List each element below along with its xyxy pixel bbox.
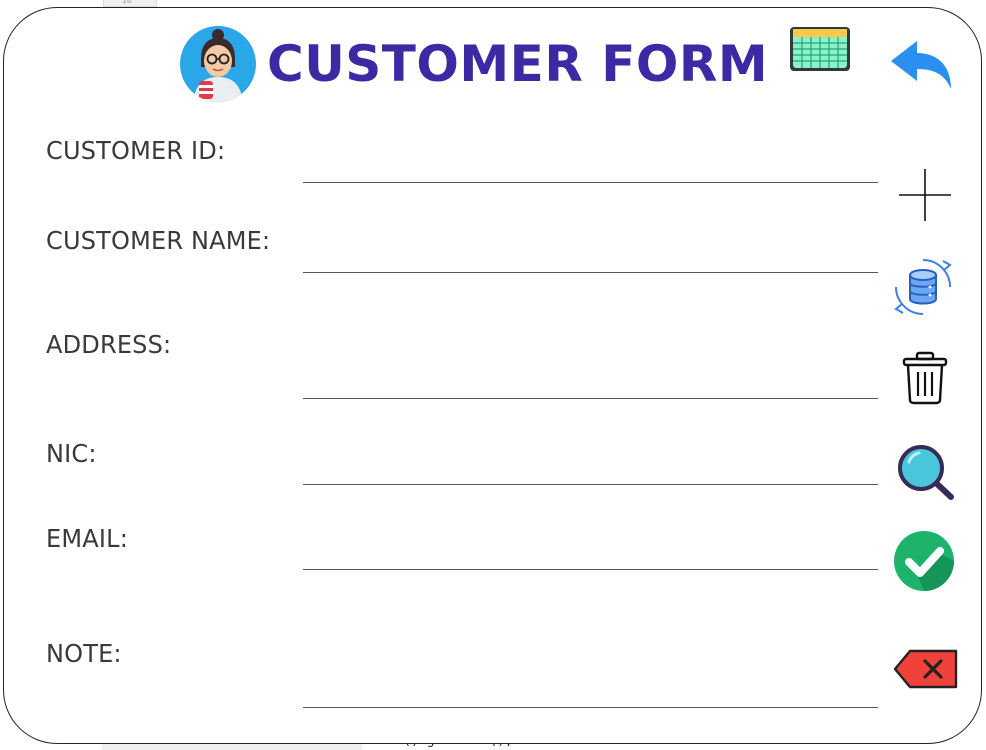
background-editor-tab: 16 [103, 0, 157, 7]
add-button[interactable] [897, 167, 953, 223]
customer-id-field[interactable] [303, 149, 878, 183]
address-label: ADDRESS: [46, 330, 172, 359]
back-arrow-icon [891, 41, 951, 89]
background-line-number: 16 [122, 0, 132, 5]
delete-button[interactable] [901, 350, 949, 406]
table-view-icon [790, 27, 850, 71]
back-button[interactable] [887, 37, 955, 95]
customer-form-window: CUSTOMER FORM CUSTOMER ID: CUSTOMER NAME… [3, 7, 982, 744]
add-icon [899, 169, 951, 221]
email-label: EMAIL: [46, 524, 128, 553]
nic-field[interactable] [303, 451, 878, 485]
note-label: NOTE: [46, 639, 122, 668]
database-refresh-icon [894, 259, 952, 315]
nic-label: NIC: [46, 439, 97, 468]
customer-id-label: CUSTOMER ID: [46, 136, 226, 165]
check-icon [894, 531, 954, 591]
save-button[interactable] [893, 530, 955, 592]
customer-name-label: CUSTOMER NAME: [46, 226, 271, 255]
search-icon [898, 445, 954, 500]
table-view-button[interactable] [787, 23, 853, 75]
search-button[interactable] [895, 442, 957, 502]
email-field[interactable] [303, 536, 878, 570]
update-button[interactable] [893, 257, 953, 317]
note-field[interactable] [303, 674, 878, 708]
page-title: CUSTOMER FORM [267, 35, 769, 93]
customer-name-field[interactable] [303, 239, 878, 273]
trash-icon [902, 351, 948, 405]
customer-avatar-icon [180, 26, 256, 102]
clear-icon [893, 649, 958, 689]
address-field[interactable] [303, 365, 878, 399]
clear-button[interactable] [892, 648, 960, 690]
